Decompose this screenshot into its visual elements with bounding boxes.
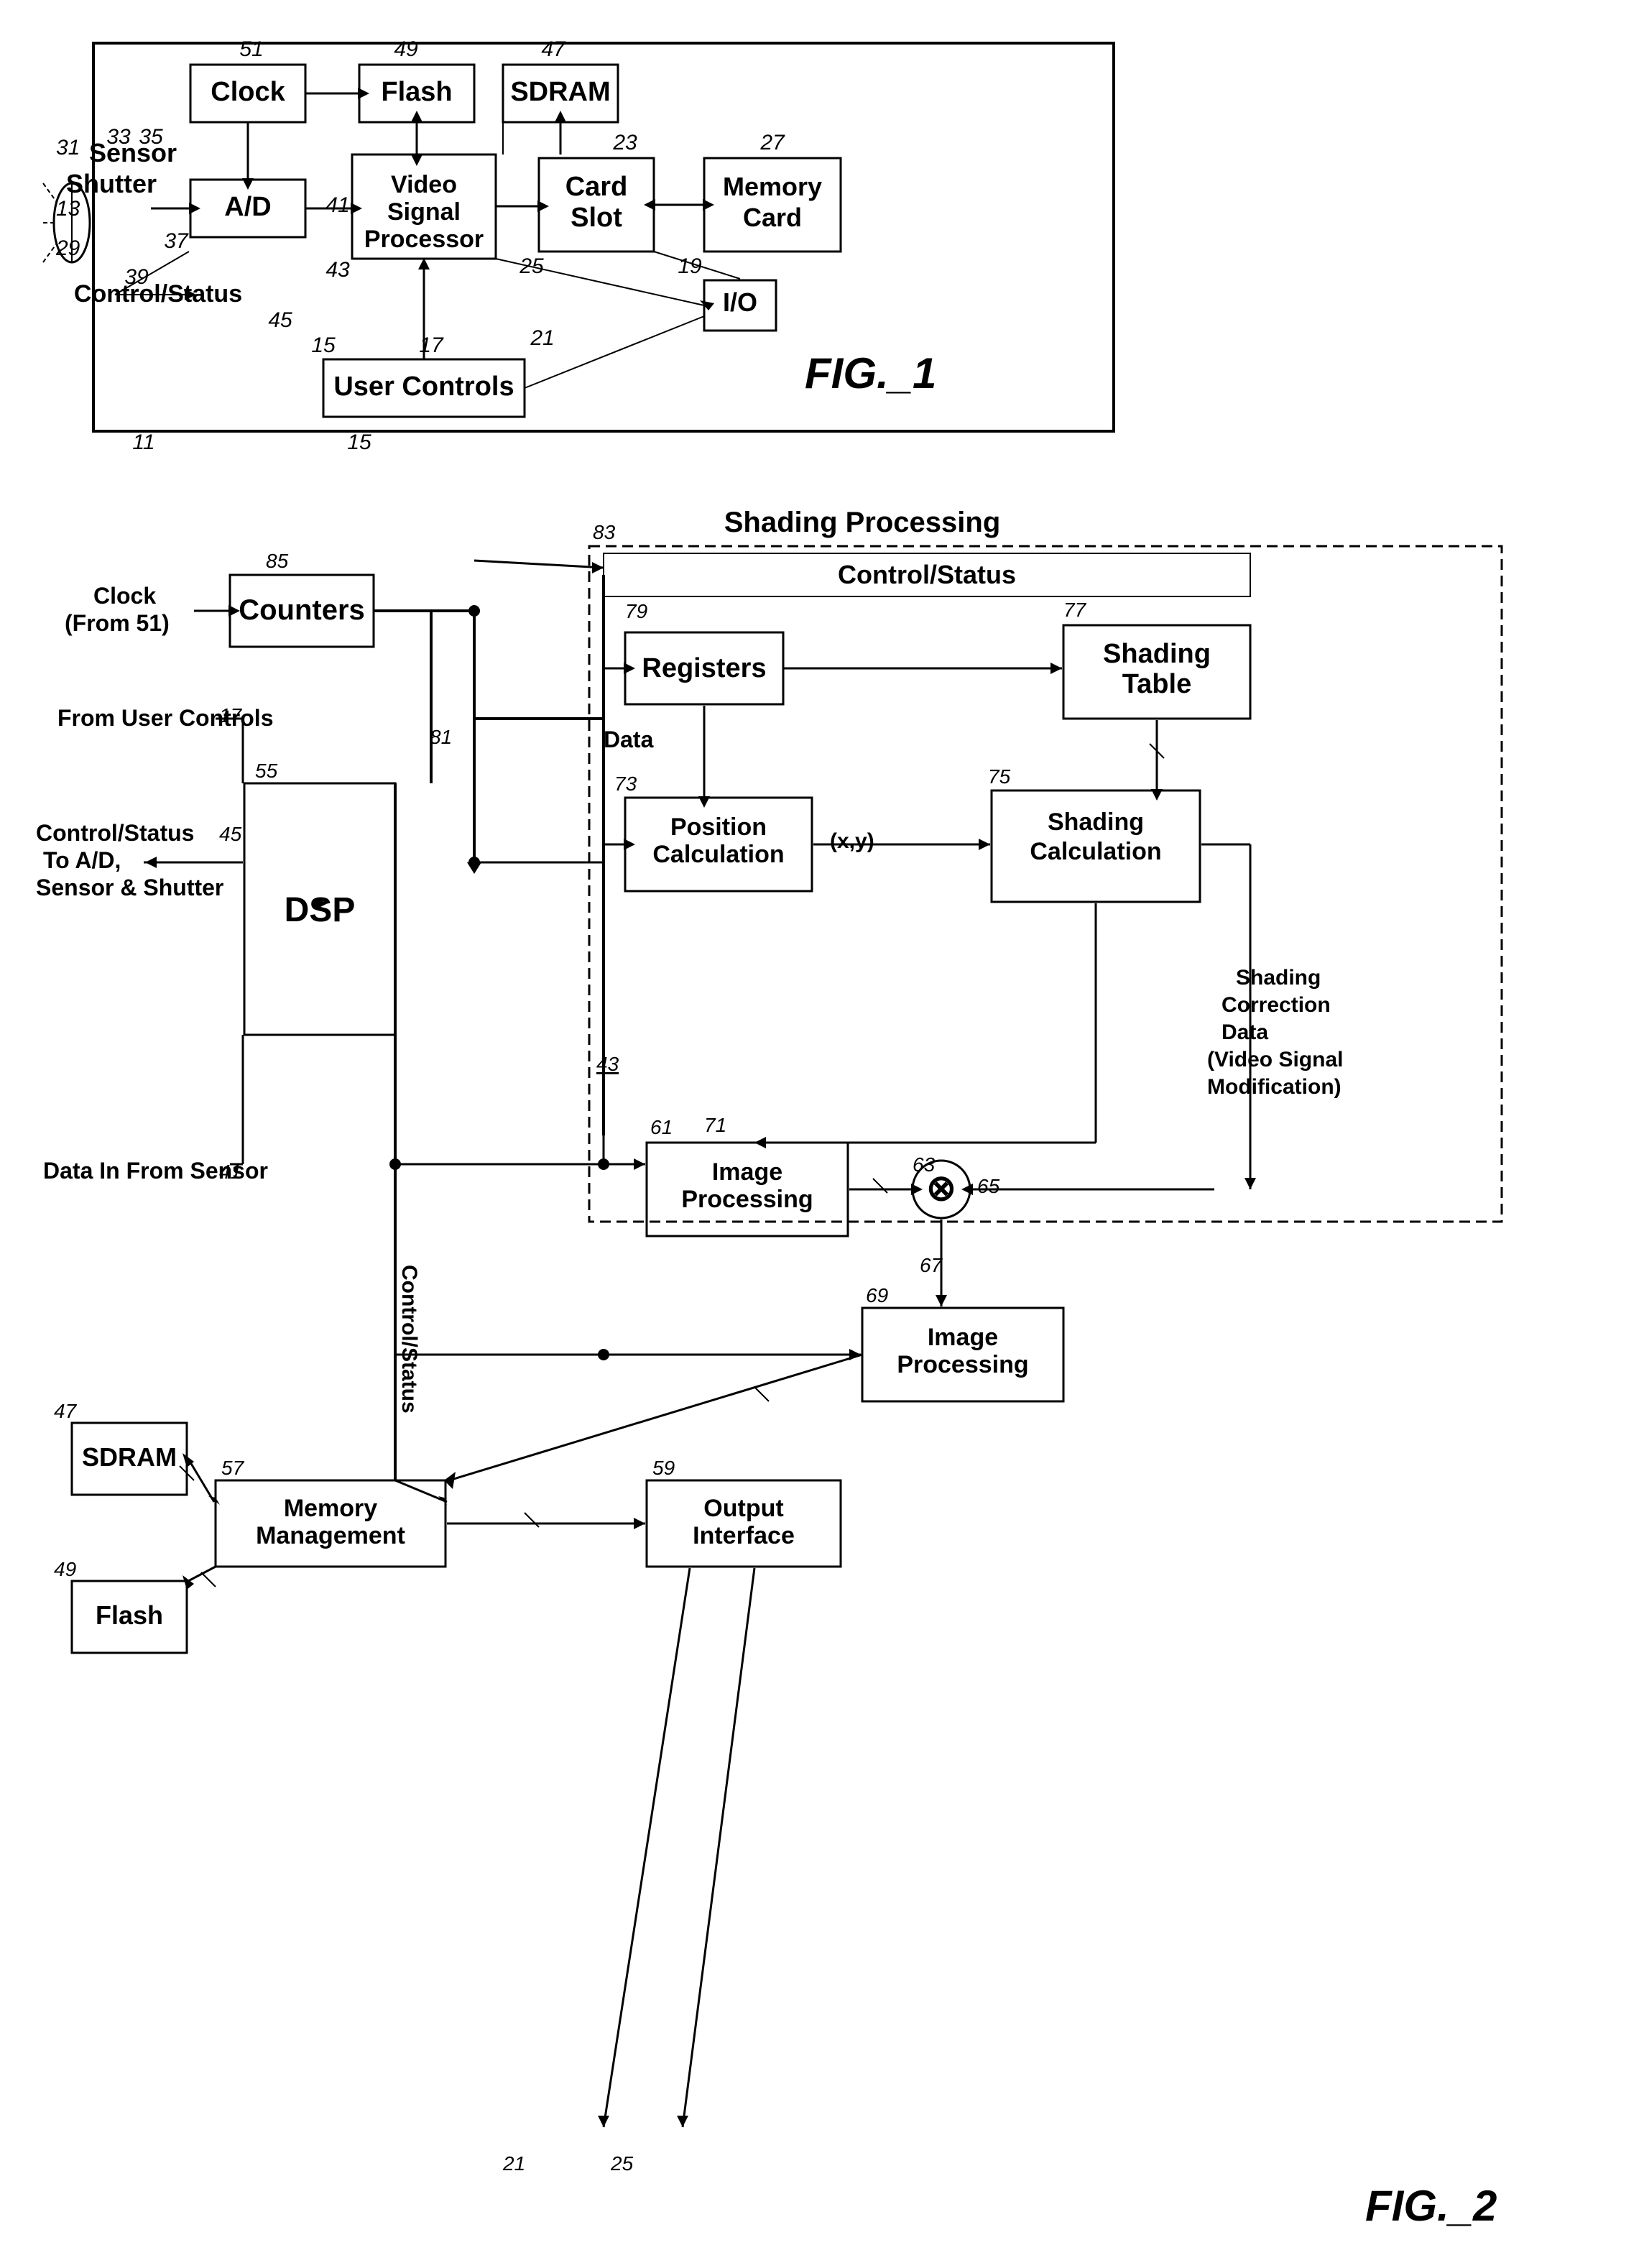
sensor-label: Sensor xyxy=(89,138,177,167)
shadingcalc-line1: Shading xyxy=(1048,808,1144,836)
controlstatus-bar: Control/Status xyxy=(838,560,1016,589)
ref25b: 25 xyxy=(610,2152,634,2175)
shadingcorrection-line2: Correction xyxy=(1222,993,1331,1017)
ref43: 43 xyxy=(325,258,350,282)
ref15-fig1: 15 xyxy=(311,333,336,357)
flash2-label: Flash xyxy=(96,1600,163,1630)
cardslot-line2: Slot xyxy=(571,203,622,233)
clock-label: Clock xyxy=(211,77,285,107)
shadingtable-line2: Table xyxy=(1122,669,1191,699)
shadingcorrection-line1: Shading xyxy=(1236,966,1321,990)
shadingprocessing-label: Shading Processing xyxy=(724,507,1001,538)
ref67: 67 xyxy=(920,1254,943,1276)
flash-label: Flash xyxy=(381,77,452,107)
ref11: 11 xyxy=(132,430,154,454)
ref33: 33 xyxy=(106,125,131,149)
ref21-fig1: 21 xyxy=(530,326,554,350)
ref49b: 49 xyxy=(54,1558,76,1580)
io-label: I/O xyxy=(723,287,757,317)
sdram2-label: SDRAM xyxy=(82,1442,177,1472)
positioncalc-line1: Position xyxy=(670,813,767,841)
controlstatus-bus: Control/Status xyxy=(397,1265,421,1414)
ref15b-fig1: 15 xyxy=(347,430,371,454)
memcard-line2: Card xyxy=(743,203,802,232)
imageproc1-line1: Image xyxy=(712,1158,782,1186)
vsp-line2: Signal xyxy=(387,198,461,226)
xy-label: (x,y) xyxy=(830,829,874,853)
ref29: 29 xyxy=(55,236,80,260)
ref57: 57 xyxy=(221,1457,245,1479)
ref81: 81 xyxy=(430,726,452,748)
ref75: 75 xyxy=(988,765,1011,788)
ref71: 71 xyxy=(704,1114,726,1136)
vsp-line3: Processor xyxy=(364,226,484,253)
ref45-fig1: 45 xyxy=(268,308,292,332)
ref55: 55 xyxy=(255,760,278,782)
shutter-label: Shutter xyxy=(66,169,157,198)
ref73: 73 xyxy=(614,773,637,795)
ref77: 77 xyxy=(1063,599,1087,621)
clock-from51-line1: Clock xyxy=(93,583,156,609)
vsp-line1: Video xyxy=(391,171,457,198)
ref21b: 21 xyxy=(502,2152,525,2175)
ad-label: A/D xyxy=(224,192,271,222)
ref35: 35 xyxy=(139,125,163,149)
ref23: 23 xyxy=(612,131,637,155)
ref13: 13 xyxy=(56,197,80,221)
fig1-title: FIG._1 xyxy=(805,349,936,397)
registers-label: Registers xyxy=(642,653,766,683)
ref37: 37 xyxy=(164,229,189,253)
ref69: 69 xyxy=(866,1284,888,1306)
shadingcorrection-line4: (Video Signal xyxy=(1207,1048,1343,1071)
ref63: 63 xyxy=(913,1153,936,1176)
ref51: 51 xyxy=(239,37,263,61)
ref59: 59 xyxy=(652,1457,675,1479)
ref47b: 47 xyxy=(54,1400,78,1422)
ref83: 83 xyxy=(593,521,616,543)
usercontrols-label: User Controls xyxy=(333,372,514,402)
controlstatus-toad-line1: Control/Status xyxy=(36,820,194,846)
counters-label: Counters xyxy=(239,594,365,626)
imageproc1-line2: Processing xyxy=(681,1186,813,1213)
outputiface-line2: Interface xyxy=(693,1522,795,1549)
ref47: 47 xyxy=(541,37,566,61)
ref49: 49 xyxy=(394,37,418,61)
ref61: 61 xyxy=(650,1116,673,1138)
data-in-from-sensor: Data In From Sensor xyxy=(43,1158,268,1184)
imageproc2-line2: Processing xyxy=(897,1351,1028,1378)
ref45b: 45 xyxy=(219,823,242,845)
ref79: 79 xyxy=(625,600,647,622)
outputiface-line1: Output xyxy=(703,1495,783,1522)
shadingcorrection-line5: Modification) xyxy=(1207,1075,1341,1099)
ref27: 27 xyxy=(759,131,785,155)
sdram-label: SDRAM xyxy=(510,77,610,107)
shadingcalc-line2: Calculation xyxy=(1030,838,1161,865)
page: Clock Flash SDRAM A/D Video Signal Proce… xyxy=(0,0,1644,2264)
ref43b: 43 xyxy=(596,1053,619,1075)
controlstatus-toad-line3: Sensor & Shutter xyxy=(36,875,223,900)
positioncalc-line2: Calculation xyxy=(652,841,784,868)
diagram-container: Clock Flash SDRAM A/D Video Signal Proce… xyxy=(0,0,1644,2264)
fig2-title: FIG._2 xyxy=(1365,2182,1497,2230)
memmanage-line2: Management xyxy=(256,1522,405,1549)
data-label: Data xyxy=(604,727,654,752)
ref85: 85 xyxy=(266,550,289,572)
ref65: 65 xyxy=(977,1175,1000,1197)
clock-from51-line2: (From 51) xyxy=(65,610,170,636)
memmanage-line1: Memory xyxy=(284,1495,377,1522)
ref41: 41 xyxy=(325,193,349,217)
ref31: 31 xyxy=(56,136,80,160)
memcard-line1: Memory xyxy=(723,172,822,201)
shadingtable-line1: Shading xyxy=(1103,639,1211,669)
dsp-label: DSP xyxy=(285,891,356,929)
imageproc2-line1: Image xyxy=(928,1324,998,1351)
shadingcorrection-line3: Data xyxy=(1222,1020,1268,1044)
controlstatus-toad-line2: To A/D, xyxy=(43,847,121,873)
cardslot-line1: Card xyxy=(565,172,628,202)
